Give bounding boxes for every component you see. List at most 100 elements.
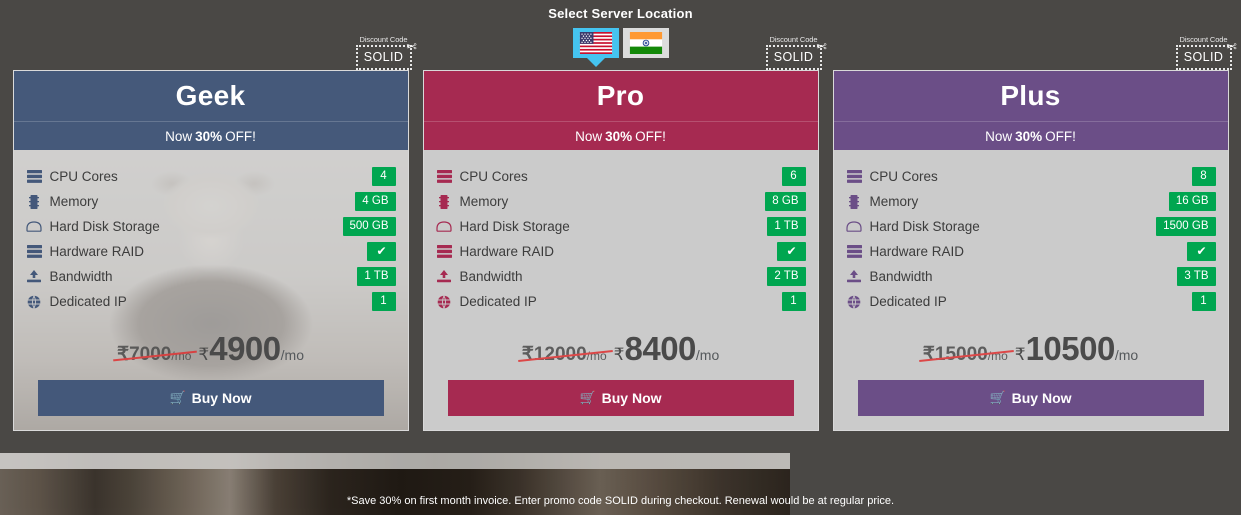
location-button-india[interactable] — [622, 28, 669, 58]
shopping-cart-icon: 🛒 — [989, 390, 1006, 405]
feature-value: 3 TB — [1177, 267, 1216, 286]
feature-label: Hard Disk Storage — [49, 219, 160, 234]
scissors-icon: ✂ — [405, 39, 417, 54]
shopping-cart-icon: 🛒 — [169, 390, 186, 405]
ribbon-percent: 30% — [605, 128, 633, 144]
server-icon — [846, 245, 863, 259]
buy-now-button[interactable]: 🛒 Buy Now — [857, 380, 1204, 416]
card-frame: Discount Code SOLID ✂ Plus Now 30% OFF! … — [832, 35, 1237, 431]
old-price: ₹7000/mo — [117, 343, 191, 366]
discount-coupon[interactable]: Discount Code SOLID ✂ — [765, 35, 827, 70]
page-title: Select Server Location — [548, 6, 693, 21]
feature-row-hardware-raid: Hardware RAID ✔ — [26, 239, 396, 264]
feature-label: Bandwidth — [459, 269, 523, 284]
feature-row-cpu-cores: CPU Cores 6 — [436, 164, 806, 189]
card-body: CPU Cores 6 Memory 8 GB Hard Disk Storag… — [423, 150, 818, 430]
scissors-icon: ✂ — [815, 39, 827, 54]
feature-value: 8 — [1191, 167, 1216, 186]
feature-label: CPU Cores — [869, 169, 938, 184]
feature-row-memory: Memory 16 GB — [846, 189, 1216, 214]
feature-row-memory: Memory 4 GB — [26, 189, 396, 214]
server-icon — [846, 170, 863, 184]
feature-list: CPU Cores 4 Memory 4 GB Hard Disk Storag… — [26, 164, 396, 314]
new-price-period: /mo — [1114, 347, 1139, 363]
memory-chip-icon — [846, 194, 863, 209]
feature-value: 6 — [781, 167, 806, 186]
location-button-united-states[interactable] — [572, 28, 619, 58]
plan-name: Plus — [833, 71, 1228, 121]
buy-now-button[interactable]: 🛒 Buy Now — [447, 380, 794, 416]
feature-label: Hardware RAID — [459, 244, 555, 259]
feature-row-hardware-raid: Hardware RAID ✔ — [846, 239, 1216, 264]
feature-label: Dedicated IP — [459, 294, 537, 309]
pricing-card-plus: Discount Code SOLID ✂ Plus Now 30% OFF! … — [832, 35, 1237, 431]
memory-chip-icon — [26, 194, 43, 209]
feature-row-hard-disk-storage: Hard Disk Storage 1 TB — [436, 214, 806, 239]
upload-icon — [436, 270, 453, 284]
old-price: ₹15000/mo — [923, 343, 1008, 366]
feature-value: ✔ — [777, 242, 806, 261]
currency-symbol: ₹ — [1014, 345, 1026, 364]
feature-row-bandwidth: Bandwidth 3 TB — [846, 264, 1216, 289]
india-flag-icon — [629, 32, 662, 54]
buy-now-label: Buy Now — [191, 390, 252, 406]
ribbon-suffix: OFF! — [635, 128, 666, 144]
feature-list: CPU Cores 8 Memory 16 GB Hard Disk Stora… — [846, 164, 1216, 314]
card-body: CPU Cores 4 Memory 4 GB Hard Disk Storag… — [13, 150, 408, 430]
globe-icon — [26, 294, 43, 309]
discount-coupon[interactable]: Discount Code SOLID ✂ — [1175, 35, 1237, 70]
feature-label: Memory — [869, 194, 919, 209]
discount-ribbon: Now 30% OFF! — [423, 121, 818, 150]
ribbon-suffix: OFF! — [1045, 128, 1076, 144]
pricing-card-geek: Discount Code SOLID ✂ Geek Now 30% OFF! … — [12, 35, 417, 431]
feature-label: Hardware RAID — [49, 244, 145, 259]
feature-value: 1 — [781, 292, 806, 311]
buy-now-button[interactable]: 🛒 Buy Now — [37, 380, 384, 416]
feature-value: 1 — [371, 292, 396, 311]
ribbon-prefix: Now — [575, 128, 603, 144]
feature-row-hard-disk-storage: Hard Disk Storage 1500 GB — [846, 214, 1216, 239]
server-icon — [26, 245, 43, 259]
feature-label: Memory — [49, 194, 99, 209]
old-price-amount: 15000 — [934, 344, 988, 365]
old-price-amount: 12000 — [533, 344, 587, 365]
feature-label: Bandwidth — [49, 269, 113, 284]
feature-row-memory: Memory 8 GB — [436, 189, 806, 214]
coupon-code: SOLID — [765, 45, 822, 70]
currency-symbol: ₹ — [922, 344, 935, 365]
feature-label: Hard Disk Storage — [869, 219, 980, 234]
flag-button-row — [572, 28, 669, 58]
card-frame: Discount Code SOLID ✂ Geek Now 30% OFF! … — [12, 35, 417, 431]
new-price: ₹10500/mo — [1015, 330, 1138, 368]
discount-ribbon: Now 30% OFF! — [13, 121, 408, 150]
globe-icon — [436, 294, 453, 309]
new-price-amount: 4900 — [209, 330, 281, 367]
footnote: *Save 30% on first month invoice. Enter … — [346, 495, 895, 507]
coupon-label: Discount Code — [1179, 35, 1228, 44]
feature-value: 4 GB — [355, 192, 396, 211]
price-row: ₹15000/mo ₹10500/mo — [846, 330, 1216, 368]
coupon-code: SOLID — [1175, 45, 1232, 70]
memory-chip-icon — [436, 194, 453, 209]
buy-now-label: Buy Now — [601, 390, 662, 406]
ribbon-prefix: Now — [985, 128, 1013, 144]
upload-icon — [26, 270, 43, 284]
card-frame: Discount Code SOLID ✂ Pro Now 30% OFF! C… — [422, 35, 827, 431]
discount-coupon[interactable]: Discount Code SOLID ✂ — [355, 35, 417, 70]
feature-value: 4 — [371, 167, 396, 186]
ribbon-suffix: OFF! — [225, 128, 256, 144]
feature-value: 1 — [1191, 292, 1216, 311]
card-body: CPU Cores 8 Memory 16 GB Hard Disk Stora… — [833, 150, 1228, 430]
new-price-period: /mo — [695, 347, 720, 363]
pricing-page: Select Server Location Discount Code SOL… — [0, 0, 1241, 515]
feature-row-dedicated-ip: Dedicated IP 1 — [846, 289, 1216, 314]
feature-label: Hardware RAID — [869, 244, 965, 259]
coupon-label: Discount Code — [769, 35, 818, 44]
price-row: ₹7000/mo ₹4900/mo — [26, 330, 396, 368]
server-icon — [436, 245, 453, 259]
hard-drive-icon — [846, 220, 863, 234]
ribbon-prefix: Now — [165, 128, 193, 144]
feature-row-bandwidth: Bandwidth 2 TB — [436, 264, 806, 289]
feature-row-hardware-raid: Hardware RAID ✔ — [436, 239, 806, 264]
old-price: ₹12000/mo — [522, 343, 607, 366]
